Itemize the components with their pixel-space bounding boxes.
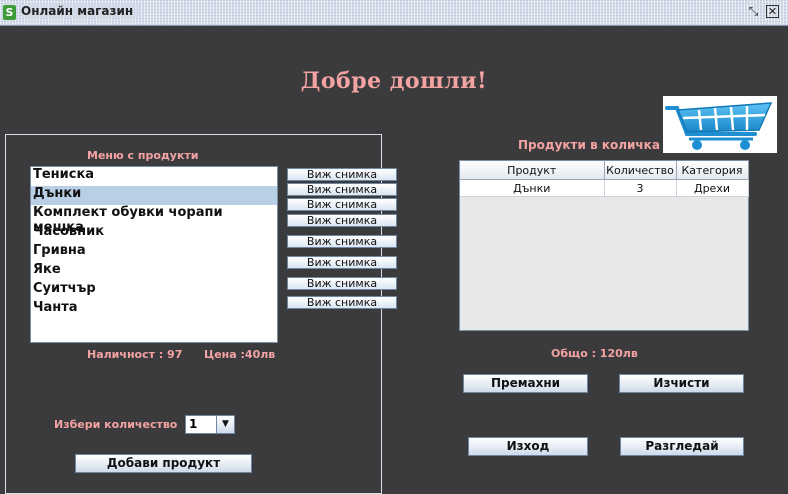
chevron-down-icon[interactable]: ▼ [216, 416, 234, 433]
view-image-button[interactable]: Виж снимка [287, 183, 397, 196]
stock-label: Наличност : 97 [87, 348, 183, 361]
close-icon[interactable]: ✕ [766, 5, 779, 18]
quantity-value: 1 [189, 417, 198, 431]
shopping-cart-icon [663, 96, 777, 153]
view-image-button[interactable]: Виж снимка [287, 214, 397, 227]
cell-product: Дънки [460, 179, 605, 197]
restore-icon[interactable]: ⤡ [747, 5, 760, 18]
add-product-button[interactable]: Добави продукт [75, 454, 252, 473]
menu-label: Меню с продукти [87, 149, 199, 162]
cell-category: Дрехи [676, 179, 749, 197]
table-header-row: Продукт Количество Категория [460, 161, 749, 180]
list-item[interactable]: Яке [31, 262, 277, 281]
list-item[interactable]: Дънки [31, 186, 277, 205]
cart-table[interactable]: Продукт Количество Категория Дънки 3 Дре… [459, 160, 749, 331]
shopify-bag-icon: S [3, 5, 16, 20]
window-title: Онлайн магазин [21, 4, 140, 18]
view-image-button[interactable]: Виж снимка [287, 296, 397, 309]
list-item[interactable]: Комплект обувки чорапи мешка [31, 205, 277, 235]
view-image-button[interactable]: Виж снимка [287, 277, 397, 290]
product-list[interactable]: Тениска Дънки Комплект обувки чорапи меш… [30, 166, 278, 343]
clear-button[interactable]: Изчисти [619, 374, 744, 393]
view-image-button[interactable]: Виж снимка [287, 198, 397, 211]
list-item[interactable]: Гривна [31, 243, 277, 262]
title-bar: S Онлайн магазин ⤡ ✕ [0, 0, 788, 26]
browse-button[interactable]: Разгледай [620, 437, 744, 456]
exit-button[interactable]: Изход [468, 437, 588, 456]
column-header-category[interactable]: Категория [676, 161, 749, 180]
quantity-select[interactable]: 1 ▼ [185, 415, 235, 434]
list-item[interactable]: Часовник [31, 224, 277, 243]
list-item[interactable]: Чанта [31, 300, 277, 319]
price-label: Цена :40лв [204, 348, 276, 361]
total-label: Общо : 120лв [551, 347, 638, 360]
view-image-button[interactable]: Виж снимка [287, 235, 397, 248]
list-item[interactable]: Суитчър [31, 281, 277, 300]
column-header-quantity[interactable]: Количество [604, 161, 677, 180]
table-row[interactable]: Дънки 3 Дрехи [460, 179, 749, 197]
cell-quantity: 3 [604, 179, 677, 197]
view-image-button[interactable]: Виж снимка [287, 256, 397, 269]
view-image-button[interactable]: Виж снимка [287, 168, 397, 181]
cart-label: Продукти в количка [518, 138, 660, 152]
column-header-product[interactable]: Продукт [460, 161, 605, 180]
welcome-heading: Добре дошли! [300, 68, 488, 94]
list-item[interactable]: Тениска [31, 167, 277, 186]
remove-button[interactable]: Премахни [463, 374, 588, 393]
quantity-label: Избери количество [54, 418, 178, 431]
